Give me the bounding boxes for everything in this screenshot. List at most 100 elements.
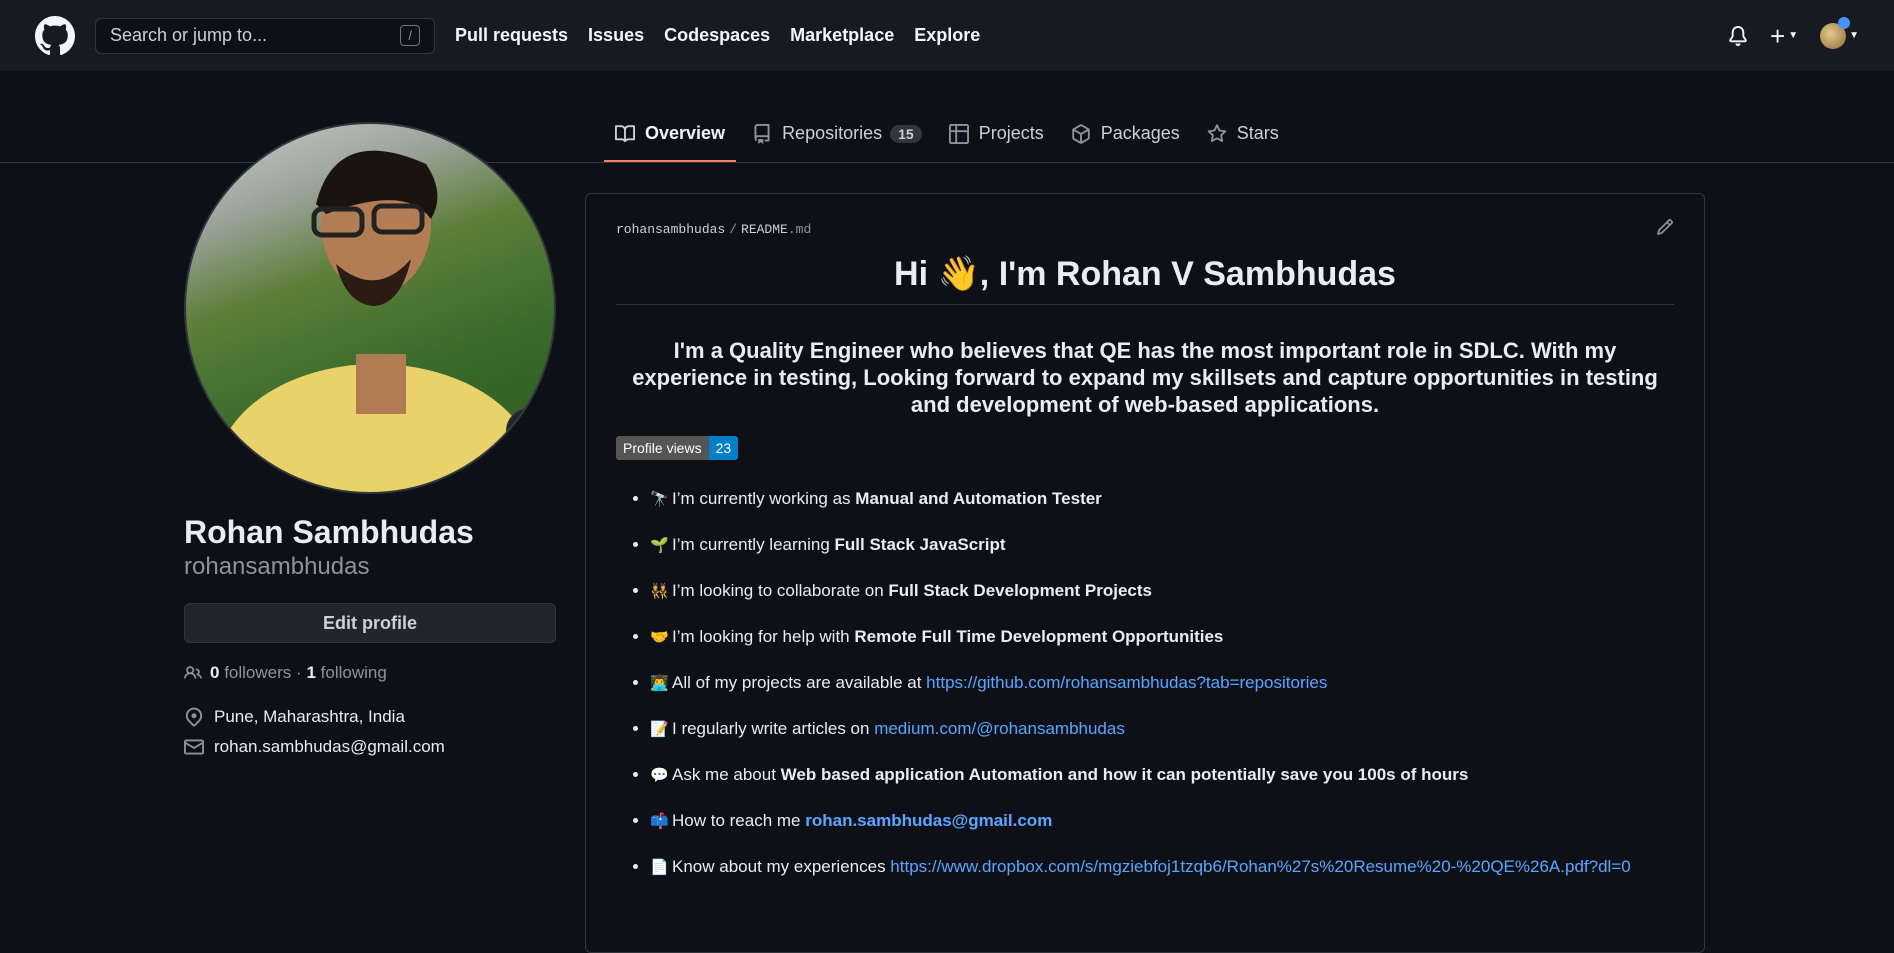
mailbox-icon: 📫 bbox=[650, 813, 669, 830]
repo-icon bbox=[754, 123, 770, 144]
readme-owner-link[interactable]: rohansambhudas bbox=[616, 222, 725, 237]
readme-header: rohansambhudas / README.md bbox=[616, 194, 1674, 254]
list-item-text: I’m currently learning bbox=[672, 535, 835, 554]
nav-marketplace[interactable]: Marketplace bbox=[790, 25, 894, 46]
path-separator: / bbox=[729, 221, 738, 237]
list-item: 🤝I’m looking for help with Remote Full T… bbox=[650, 614, 1674, 660]
list-item-text: How to reach me bbox=[672, 811, 806, 830]
tab-packages-label: Packages bbox=[1100, 123, 1180, 143]
search-placeholder: Search or jump to... bbox=[110, 25, 268, 45]
tab-stars[interactable]: Stars bbox=[1196, 123, 1290, 162]
list-item-text: All of my projects are available at bbox=[672, 673, 927, 692]
list-item-text: I’m looking to collaborate on bbox=[672, 581, 889, 600]
nav-issues[interactable]: Issues bbox=[588, 25, 644, 46]
profile-tabs: Overview Repositories 15 Projects Packag… bbox=[604, 123, 1295, 162]
profile-details: Pune, Maharashtra, India rohan.sambhudas… bbox=[184, 707, 556, 757]
handshake-icon: 🤝 bbox=[650, 629, 669, 646]
list-item-strong: Manual and Automation Tester bbox=[855, 489, 1102, 508]
list-item: 📫How to reach me rohan.sambhudas@gmail.c… bbox=[650, 798, 1674, 844]
user-menu-dropdown[interactable]: ▼ bbox=[1820, 16, 1859, 49]
list-item: 📝I regularly write articles on medium.co… bbox=[650, 706, 1674, 752]
smiley-icon bbox=[520, 422, 538, 440]
repositories-count-badge: 15 bbox=[890, 124, 922, 143]
github-logo-icon[interactable] bbox=[35, 15, 75, 56]
tab-repositories[interactable]: Repositories 15 bbox=[741, 123, 933, 162]
avatar-photo bbox=[216, 150, 536, 492]
readme-list: 🔭I’m currently working as Manual and Aut… bbox=[616, 476, 1674, 890]
tab-repositories-label: Repositories bbox=[782, 123, 883, 143]
tab-projects[interactable]: Projects bbox=[938, 123, 1055, 162]
readme-file-ext: .md bbox=[787, 221, 812, 237]
seedling-icon: 🌱 bbox=[650, 537, 669, 554]
list-item-text: I regularly write articles on bbox=[672, 719, 875, 738]
list-item: 🌱I’m currently learning Full Stack JavaS… bbox=[650, 522, 1674, 568]
bell-icon[interactable] bbox=[1728, 25, 1748, 46]
list-item-text: Know about my experiences bbox=[672, 857, 891, 876]
search-input[interactable]: Search or jump to... / bbox=[95, 17, 435, 54]
email-row: rohan.sambhudas@gmail.com bbox=[184, 737, 556, 757]
table-icon bbox=[948, 123, 969, 144]
readme-path: rohansambhudas / README.md bbox=[616, 222, 811, 237]
email-readme-link[interactable]: rohan.sambhudas@gmail.com bbox=[805, 811, 1052, 830]
list-item: 📄Know about my experiences https://www.d… bbox=[650, 844, 1674, 890]
readme-file-link[interactable]: README bbox=[741, 222, 788, 237]
star-icon bbox=[1207, 123, 1227, 142]
medium-link[interactable]: medium.com/@rohansambhudas bbox=[874, 719, 1125, 738]
follow-separator: · bbox=[296, 663, 302, 682]
pencil-icon[interactable] bbox=[1656, 218, 1674, 240]
list-item-text: I’m looking for help with bbox=[672, 627, 855, 646]
create-new-dropdown[interactable]: + ▼ bbox=[1770, 23, 1798, 49]
search-shortcut-key: / bbox=[400, 25, 420, 46]
following-link[interactable]: following bbox=[321, 663, 387, 683]
list-item-strong: Web based application Automation and how… bbox=[780, 765, 1469, 784]
set-status-button[interactable] bbox=[506, 408, 552, 454]
email-link[interactable]: rohan.sambhudas@gmail.com bbox=[214, 737, 445, 757]
nav-explore[interactable]: Explore bbox=[914, 25, 980, 46]
nav-pull-requests[interactable]: Pull requests bbox=[455, 25, 568, 46]
edit-profile-button[interactable]: Edit profile bbox=[184, 603, 556, 643]
speech-bubble-icon: 💬 bbox=[650, 767, 669, 784]
user-avatar-small bbox=[1820, 16, 1851, 49]
profile-sidebar: Rohan Sambhudas rohansambhudas Edit prof… bbox=[184, 122, 556, 767]
profile-avatar[interactable] bbox=[184, 122, 556, 494]
package-icon bbox=[1071, 123, 1090, 144]
tab-stars-label: Stars bbox=[1236, 123, 1279, 143]
following-count[interactable]: 1 bbox=[306, 663, 315, 683]
resume-link[interactable]: https://www.dropbox.com/s/mgziebfoj1tzqb… bbox=[890, 857, 1630, 876]
mail-icon bbox=[184, 739, 204, 755]
document-icon: 📄 bbox=[650, 859, 669, 876]
memo-icon: 📝 bbox=[650, 721, 669, 738]
telescope-icon: 🔭 bbox=[650, 491, 669, 508]
list-item-strong: Remote Full Time Development Opportuniti… bbox=[854, 627, 1224, 646]
plus-icon: + bbox=[1770, 20, 1786, 51]
location-text: Pune, Maharashtra, India bbox=[214, 707, 405, 726]
list-item: 👯I’m looking to collaborate on Full Stac… bbox=[650, 568, 1674, 614]
list-item-strong: Full Stack JavaScript bbox=[834, 535, 1006, 554]
profile-name: Rohan Sambhudas bbox=[184, 514, 474, 550]
readme-card: rohansambhudas / README.md Hi 👋, I'm Rohan… bbox=[585, 193, 1705, 953]
chevron-down-icon: ▼ bbox=[1849, 30, 1859, 41]
list-item-text: Ask me about bbox=[672, 765, 781, 784]
people-icon bbox=[184, 666, 202, 679]
tab-overview-label: Overview bbox=[645, 123, 726, 143]
book-icon bbox=[615, 124, 635, 142]
list-item-strong: Full Stack Development Projects bbox=[888, 581, 1152, 600]
list-item: 🔭I’m currently working as Manual and Aut… bbox=[650, 476, 1674, 522]
follow-stats: 0 followers · 1 following bbox=[184, 663, 556, 683]
tab-overview[interactable]: Overview bbox=[604, 123, 737, 162]
badge-label: Profile views bbox=[616, 436, 709, 460]
readme-bio: I'm a Quality Engineer who believes that… bbox=[632, 338, 1658, 417]
global-header: Search or jump to... / Pull requests Iss… bbox=[0, 0, 1894, 71]
chevron-down-icon: ▼ bbox=[1788, 30, 1799, 41]
repositories-link[interactable]: https://github.com/rohansambhudas?tab=re… bbox=[926, 673, 1327, 692]
profile-views-badge: Profile views 23 bbox=[616, 436, 739, 460]
followers-count[interactable]: 0 bbox=[210, 663, 219, 683]
tab-packages[interactable]: Packages bbox=[1060, 123, 1191, 162]
tab-projects-label: Projects bbox=[978, 123, 1044, 143]
followers-link[interactable]: followers bbox=[224, 663, 291, 683]
global-nav: Pull requests Issues Codespaces Marketpl… bbox=[455, 25, 1000, 46]
nav-codespaces[interactable]: Codespaces bbox=[664, 25, 770, 46]
badge-value: 23 bbox=[708, 436, 739, 460]
readme-heading: Hi 👋, I'm Rohan V Sambhudas bbox=[616, 254, 1674, 305]
header-actions: + ▼ ▼ bbox=[1728, 16, 1859, 49]
